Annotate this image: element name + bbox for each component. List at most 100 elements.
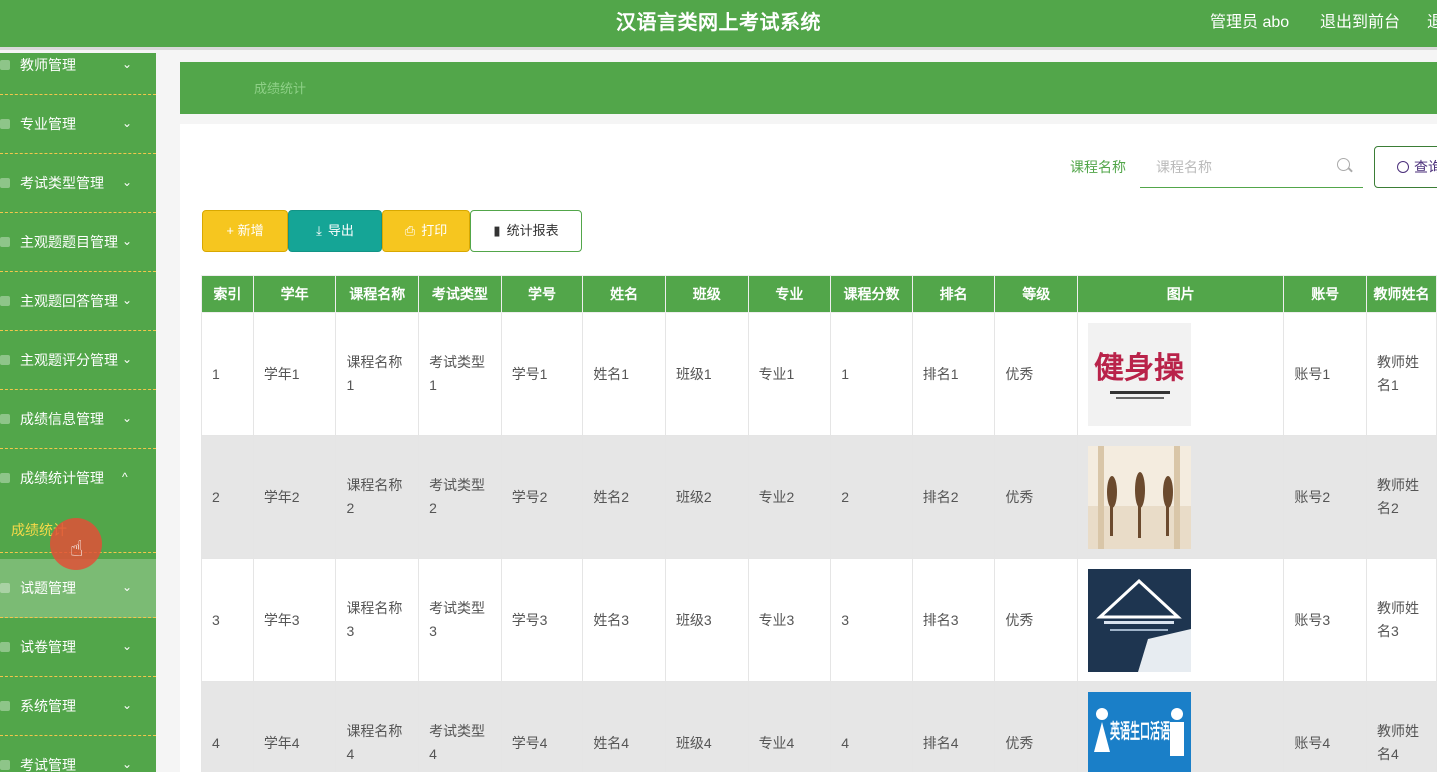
stats-report-button[interactable]: ▮ 统计报表 [470,210,582,252]
breadcrumb: 成绩统计 [180,62,1437,114]
sidebar-item-label: 主观题回答管理 [20,293,118,309]
table-row[interactable]: 1 学年1 课程名称1 考试类型1 学号1 姓名1 班级1 专业1 1 排名1 … [201,312,1437,436]
cell-year: 学年1 [252,312,337,436]
column-header[interactable]: 等级 [994,275,1079,313]
hand-pointer-icon: ☝ [70,536,84,561]
cell-grade: 优秀 [994,681,1079,772]
print-button[interactable]: ⎙ 打印 [382,210,470,252]
column-header[interactable]: 索引 [201,275,254,313]
cell-rank: 排名3 [911,558,996,682]
column-header[interactable]: 课程分数 [830,275,913,313]
cell-name: 姓名1 [582,312,666,436]
sidebar-item-label: 教师管理 [20,57,76,73]
chevron-down-icon: ⌄ [122,698,133,712]
cell-class: 班级4 [664,681,749,772]
column-header[interactable]: 图片 [1077,275,1285,313]
column-header[interactable]: 专业 [747,275,832,313]
sidebar-item-score-stats[interactable]: 成绩统计管理 ^ [0,449,156,508]
bar-chart-icon: ▮ [493,223,501,238]
column-header[interactable]: 考试类型 [418,275,502,313]
cell-class: 班级2 [664,435,749,559]
document-icon [0,760,10,770]
chevron-down-icon: ⌄ [122,352,133,366]
breadcrumb-item[interactable]: 成绩统计 [254,62,306,116]
search-icon [1397,161,1409,173]
sidebar-item-label: 成绩信息管理 [20,411,104,427]
cell-teacher: 教师姓名3 [1366,558,1437,682]
cell-rank: 排名2 [911,435,996,559]
cell-rank: 排名1 [911,312,996,436]
cell-major: 专业3 [747,558,832,682]
exit-to-frontend-link[interactable]: 退出到前台 [1320,0,1400,46]
sidebar-item-label: 试卷管理 [20,639,76,655]
cell-account: 账号4 [1283,681,1367,772]
sidebar-item-system[interactable]: 系统管理 ⌄ [0,677,156,736]
cell-exam-type: 考试类型1 [418,312,502,436]
cell-exam-type: 考试类型4 [418,681,502,772]
cell-index: 4 [201,681,254,772]
chevron-down-icon: ⌄ [122,175,133,189]
cell-image: 英语生口活语 [1077,681,1285,772]
sidebar-item-paper[interactable]: 试卷管理 ⌄ [0,618,156,677]
cell-teacher: 教师姓名2 [1366,435,1437,559]
cell-class: 班级1 [664,312,749,436]
cell-score: 1 [830,312,913,436]
table-row[interactable]: 2 学年2 课程名称2 考试类型2 学号2 姓名2 班级2 专业2 2 排名2 … [201,435,1437,559]
export-button-label: 导出 [327,223,354,238]
cell-score: 3 [830,558,913,682]
query-button[interactable]: 查询 [1374,146,1437,188]
sidebar-item-subjective-answer[interactable]: 主观题回答管理 ⌄ [0,272,156,331]
cell-course: 课程名称1 [335,312,420,436]
export-button[interactable]: ⤓ 导出 [288,210,382,252]
cell-course: 课程名称2 [335,435,420,559]
table-row[interactable]: 4 学年4 课程名称4 考试类型4 学号4 姓名4 班级4 专业4 4 排名4 … [201,681,1437,772]
cell-index: 1 [201,312,254,436]
document-icon [0,642,10,652]
column-header[interactable]: 学号 [500,275,584,313]
chevron-up-icon: ^ [122,470,128,484]
add-button[interactable]: + 新增 [202,210,288,252]
sidebar-item-major[interactable]: 专业管理 ⌄ [0,95,156,154]
sidebar-item-exam[interactable]: 考试管理 ⌄ [0,736,156,772]
column-header[interactable]: 账号 [1283,275,1367,313]
top-navbar: 汉语言类网上考试系统 管理员 abo 退出到前台 退 [0,0,1437,50]
sidebar-item-score-info[interactable]: 成绩信息管理 ⌄ [0,390,156,449]
printer-icon: ⎙ [404,223,416,238]
sidebar-item-subjective-scoring[interactable]: 主观题评分管理 ⌄ [0,331,156,390]
sidebar-item-exam-type[interactable]: 考试类型管理 ⌄ [0,154,156,213]
cell-student-id: 学号2 [500,435,584,559]
book-icon [0,119,10,129]
cell-year: 学年2 [252,435,337,559]
column-header[interactable]: 教师姓名 [1366,275,1437,313]
table-row[interactable]: 3 学年3 课程名称3 考试类型3 学号3 姓名3 班级3 专业3 3 排名3 … [201,558,1437,682]
dancers-thumbnail[interactable] [1088,445,1192,549]
fitness-thumbnail[interactable]: 健身操 [1088,322,1192,426]
sidebar-item-teacher[interactable]: 教师管理 ⌄ [0,53,156,95]
english-thumbnail[interactable]: 英语生口活语 [1088,691,1192,772]
user-icon [0,296,10,306]
cell-major: 专业1 [747,312,832,436]
cell-name: 姓名2 [582,435,666,559]
cell-index: 3 [201,558,254,682]
chat-icon [0,583,10,593]
settings-icon [0,701,10,711]
admin-user-link[interactable]: 管理员 abo [1210,0,1289,46]
thumbnail-text: 英语生口活语 [1110,719,1170,743]
column-header[interactable]: 姓名 [582,275,666,313]
cell-course: 课程名称4 [335,681,420,772]
stats-report-button-label: 统计报表 [506,223,559,238]
column-header[interactable]: 班级 [664,275,749,313]
logout-link[interactable]: 退 [1427,0,1437,46]
cell-account: 账号1 [1283,312,1367,436]
search-input[interactable] [1140,146,1363,188]
cell-year: 学年4 [252,681,337,772]
column-header[interactable]: 学年 [252,275,337,313]
chevron-down-icon: ⌄ [122,411,133,425]
study-thumbnail[interactable] [1088,568,1192,672]
column-header[interactable]: 排名 [911,275,996,313]
cell-rank: 排名4 [911,681,996,772]
sidebar-item-subjective-question[interactable]: 主观题题目管理 ⌄ [0,213,156,272]
column-header[interactable]: 课程名称 [335,275,420,313]
cell-account: 账号3 [1283,558,1367,682]
sidebar-item-label: 主观题题目管理 [20,234,118,250]
